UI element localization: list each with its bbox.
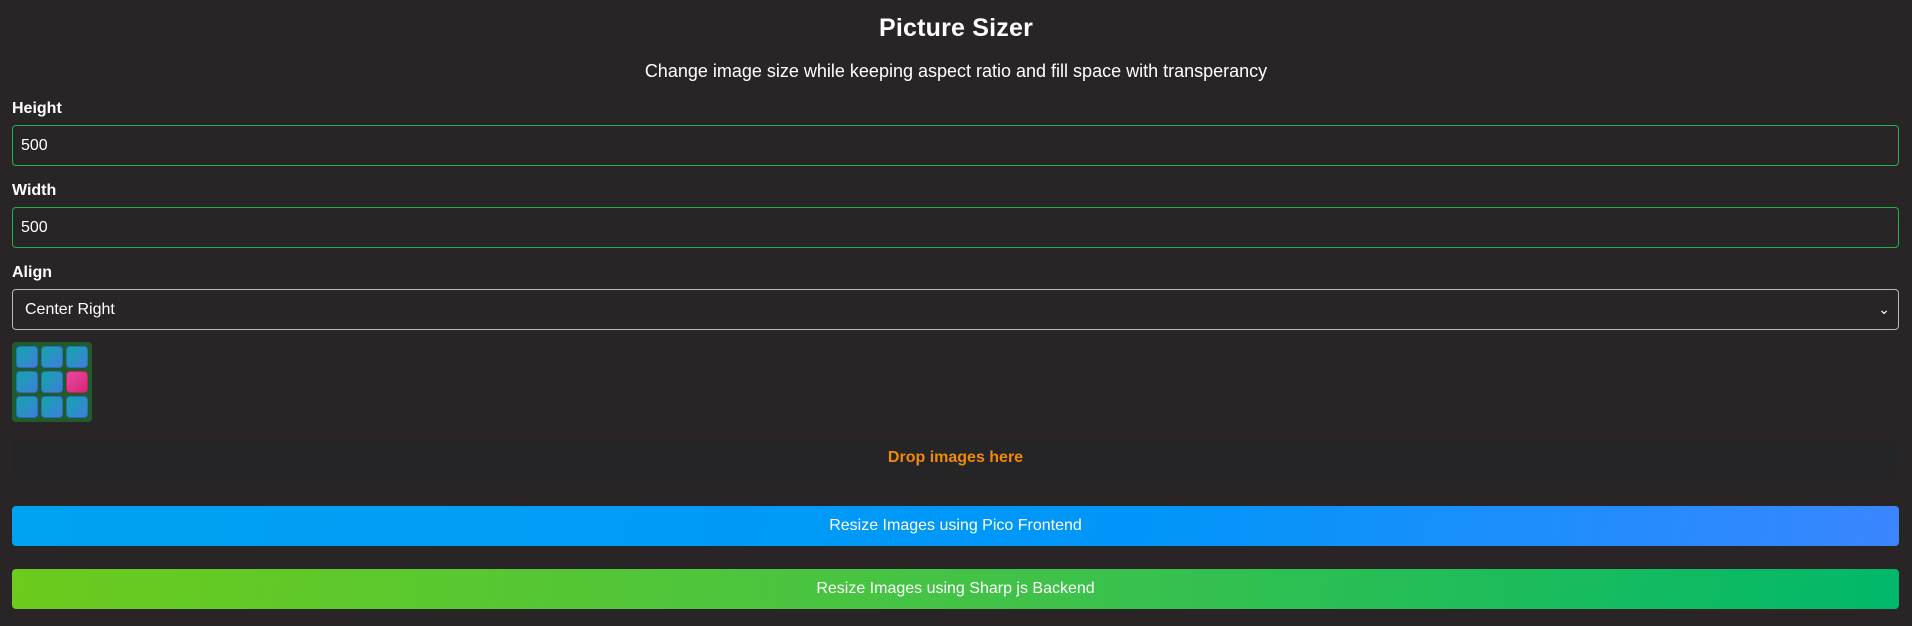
- alignment-grid: [12, 342, 92, 422]
- height-input[interactable]: [12, 125, 1899, 166]
- align-cell-middle-center[interactable]: [41, 371, 63, 393]
- align-cell-bottom-right[interactable]: [66, 396, 88, 418]
- resize-backend-button[interactable]: Resize Images using Sharp js Backend: [12, 569, 1899, 609]
- align-select[interactable]: Center Right ⌄: [12, 289, 1899, 330]
- resize-frontend-label: Resize Images using Pico Frontend: [829, 517, 1082, 534]
- align-cell-top-center[interactable]: [41, 346, 63, 368]
- align-cell-bottom-left[interactable]: [16, 396, 38, 418]
- align-cell-middle-right[interactable]: [66, 371, 88, 393]
- width-label: Width: [12, 182, 57, 199]
- align-cell-middle-left[interactable]: [16, 371, 38, 393]
- width-input[interactable]: [12, 207, 1899, 248]
- align-cell-top-right[interactable]: [66, 346, 88, 368]
- resize-backend-label: Resize Images using Sharp js Backend: [816, 580, 1095, 597]
- image-dropzone[interactable]: Drop images here: [12, 438, 1899, 478]
- page: Picture Sizer Change image size while ke…: [0, 0, 1912, 626]
- align-select-value: Center Right: [25, 300, 115, 318]
- height-label: Height: [12, 100, 62, 117]
- page-subtitle: Change image size while keeping aspect r…: [644, 61, 1268, 81]
- page-title: Picture Sizer: [878, 14, 1034, 42]
- resize-frontend-button[interactable]: Resize Images using Pico Frontend: [12, 506, 1899, 546]
- dropzone-text: Drop images here: [887, 449, 1024, 466]
- align-cell-bottom-center[interactable]: [41, 396, 63, 418]
- align-cell-top-left[interactable]: [16, 346, 38, 368]
- align-label: Align: [12, 264, 52, 281]
- chevron-down-icon: ⌄: [1878, 301, 1890, 317]
